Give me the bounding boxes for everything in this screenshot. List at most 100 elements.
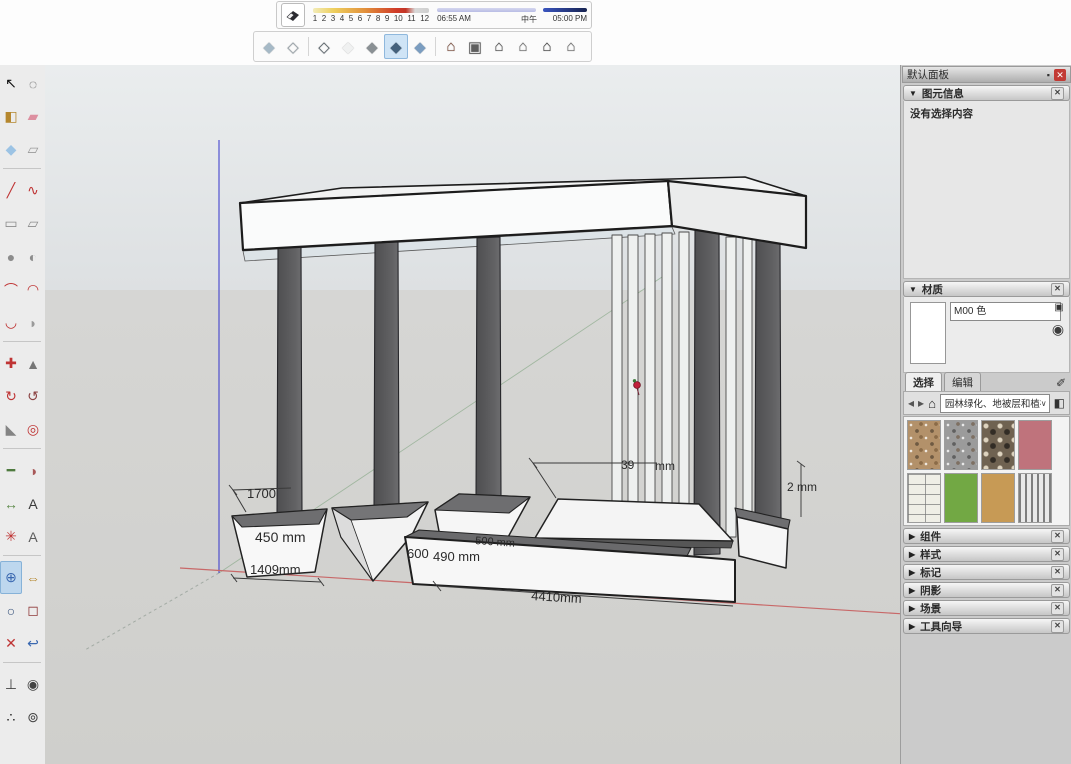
tool-position-camera[interactable]: ⊥ (0, 668, 22, 701)
view-iso-icon[interactable]: ⌂ (439, 34, 463, 59)
swatch-gravel-brown[interactable] (907, 420, 941, 470)
tab-select[interactable]: 选择 (905, 372, 942, 391)
tool-three-point-arc[interactable]: ◡ (0, 306, 22, 339)
forward-arrow-icon[interactable]: ▸ (918, 396, 924, 410)
view-front-icon[interactable]: ⌂ (487, 34, 511, 59)
3d-viewport[interactable]: 1700 450 mm 1409mm 500 mm 600 490 mm 441… (45, 65, 900, 764)
materials-header[interactable]: ▼ 材质 ✕ (903, 281, 1070, 297)
tool-offset[interactable]: ◎ (22, 413, 44, 446)
tool-zoom-extents[interactable]: ✕ (0, 627, 22, 660)
tool-rotate[interactable]: ↻ (0, 380, 22, 413)
view-left-icon[interactable]: ⌂ (559, 34, 583, 59)
shaded-with-textures-mode-icon[interactable]: ◆ (384, 34, 408, 59)
tool-circle[interactable]: ● (0, 240, 22, 273)
date-gradient-track[interactable] (313, 8, 429, 13)
tool-eraser[interactable]: ▰ (22, 100, 44, 133)
tool-line[interactable]: ╱ (0, 174, 22, 207)
swatch-rose-solid[interactable] (1018, 420, 1052, 470)
time-track[interactable] (437, 8, 536, 12)
tool-shape[interactable]: ◆ (0, 133, 22, 166)
tray-section-1[interactable]: ▶组件✕ (903, 528, 1070, 544)
in-model-icon[interactable]: ⌂ (928, 396, 936, 411)
collection-dropdown[interactable]: 园林绿化、地被层和植被 ∨ (940, 394, 1050, 413)
tray-section-2[interactable]: ▶样式✕ (903, 546, 1070, 562)
tray-section-6[interactable]: ▶工具向导✕ (903, 618, 1070, 634)
tool-scale[interactable]: ◣ (0, 413, 22, 446)
back-edges-mode-icon[interactable]: ◇ (281, 34, 305, 59)
tool-section-target[interactable]: ⊚ (22, 701, 44, 734)
tray-close-button[interactable]: ✕ (1054, 69, 1066, 81)
section-close-icon[interactable]: ✕ (1051, 566, 1064, 579)
tool-follow-me[interactable]: ↺ (22, 380, 44, 413)
tool-select[interactable]: ↖ (0, 67, 22, 100)
tray-section-label: 标记 (920, 565, 941, 580)
sample-paint-icon[interactable]: ✐ (1056, 376, 1066, 390)
entity-info-header[interactable]: ▼ 图元信息 ✕ (903, 85, 1070, 101)
wireframe-mode-icon[interactable]: ◇ (312, 34, 336, 59)
swatch-gravel-gray[interactable] (944, 420, 978, 470)
entity-info-close-icon[interactable]: ✕ (1051, 87, 1064, 100)
tool-rotated-rectangle[interactable]: ▱ (22, 207, 44, 240)
display-secondary-pane-icon[interactable]: ▣ (1052, 302, 1066, 315)
section-close-icon[interactable]: ✕ (1051, 584, 1064, 597)
view-right-icon[interactable]: ⌂ (511, 34, 535, 59)
swatch-pavers-white[interactable] (907, 473, 941, 523)
tray-section-4[interactable]: ▶阴影✕ (903, 582, 1070, 598)
view-top-icon[interactable]: ▣ (463, 34, 487, 59)
section-close-icon[interactable]: ✕ (1051, 530, 1064, 543)
swatch-sand-tan[interactable] (981, 473, 1015, 523)
tool-freehand[interactable]: ∿ (22, 174, 44, 207)
pin-icon[interactable]: ▪ (1047, 70, 1050, 80)
tool-plane[interactable]: ▱ (22, 133, 44, 166)
tool-pan[interactable]: ⇔ (22, 561, 44, 594)
month-tick-6: 6 (358, 14, 362, 23)
swatch-pebbles-dark[interactable] (981, 420, 1015, 470)
tool-previous[interactable]: ↩ (22, 627, 44, 660)
tray-section-3[interactable]: ▶标记✕ (903, 564, 1070, 580)
tool-text[interactable]: A (22, 487, 44, 520)
shadow-time-slider[interactable]: 06:55 AM 中午 05:00 PM (437, 5, 587, 25)
tool-protractor[interactable]: ◑ (22, 454, 44, 487)
shadow-date-slider[interactable]: 123456789101112 (313, 8, 429, 23)
tray-section-5[interactable]: ▶场景✕ (903, 600, 1070, 616)
material-name-field[interactable]: M00 色 (950, 302, 1061, 321)
time-track-evening[interactable] (543, 8, 587, 12)
tool-push-pull[interactable]: ▲ (22, 347, 44, 380)
tray-title-bar[interactable]: 默认面板 ▪ ✕ (902, 66, 1071, 83)
tab-edit[interactable]: 编辑 (944, 372, 981, 391)
tool-lasso[interactable]: ◌ (22, 67, 44, 100)
tool-zoom-window[interactable]: ◻ (22, 594, 44, 627)
tool-orbit[interactable]: ⊕ (0, 561, 22, 594)
model-canvas[interactable]: 1700 450 mm 1409mm 500 mm 600 490 mm 441… (45, 65, 900, 764)
tool-move[interactable]: ✚ (0, 347, 22, 380)
hidden-line-mode-icon[interactable]: ◆ (336, 34, 360, 59)
create-material-icon[interactable]: ◉ (1050, 321, 1066, 339)
tool-arc[interactable]: ⌒ (0, 273, 22, 306)
section-close-icon[interactable]: ✕ (1051, 620, 1064, 633)
materials-close-icon[interactable]: ✕ (1051, 283, 1064, 296)
tool-zoom[interactable]: ○ (0, 594, 22, 627)
swatch-fence-bars[interactable] (1018, 473, 1052, 523)
swatch-grass-green[interactable] (944, 473, 978, 523)
section-close-icon[interactable]: ✕ (1051, 548, 1064, 561)
tool-polygon[interactable]: ◐ (22, 240, 44, 273)
tool-paint-bucket[interactable]: ◧ (0, 100, 22, 133)
tool-pie[interactable]: ◗ (22, 306, 44, 339)
paint-bucket-icon[interactable]: ◧ (1054, 396, 1065, 410)
xray-mode-icon[interactable]: ◆ (257, 34, 281, 59)
tool-axes[interactable]: ✳ (0, 520, 22, 553)
tool-tape-measure[interactable]: ━ (0, 454, 22, 487)
shadow-dialog-icon[interactable] (281, 3, 305, 27)
tool-look-around[interactable]: ◉ (22, 668, 44, 701)
tray-title-label: 默认面板 (907, 67, 949, 82)
tool-rectangle[interactable]: ▭ (0, 207, 22, 240)
tool-dimension[interactable]: ↔ (0, 487, 22, 520)
back-arrow-icon[interactable]: ◂ (908, 396, 914, 410)
monochrome-mode-icon[interactable]: ◆ (408, 34, 432, 59)
view-back-icon[interactable]: ⌂ (535, 34, 559, 59)
tool-two-point-arc[interactable]: ◠ (22, 273, 44, 306)
section-close-icon[interactable]: ✕ (1051, 602, 1064, 615)
tool-3d-text[interactable]: A (22, 520, 44, 553)
shaded-mode-icon[interactable]: ◆ (360, 34, 384, 59)
tool-walk[interactable]: ∴ (0, 701, 22, 734)
